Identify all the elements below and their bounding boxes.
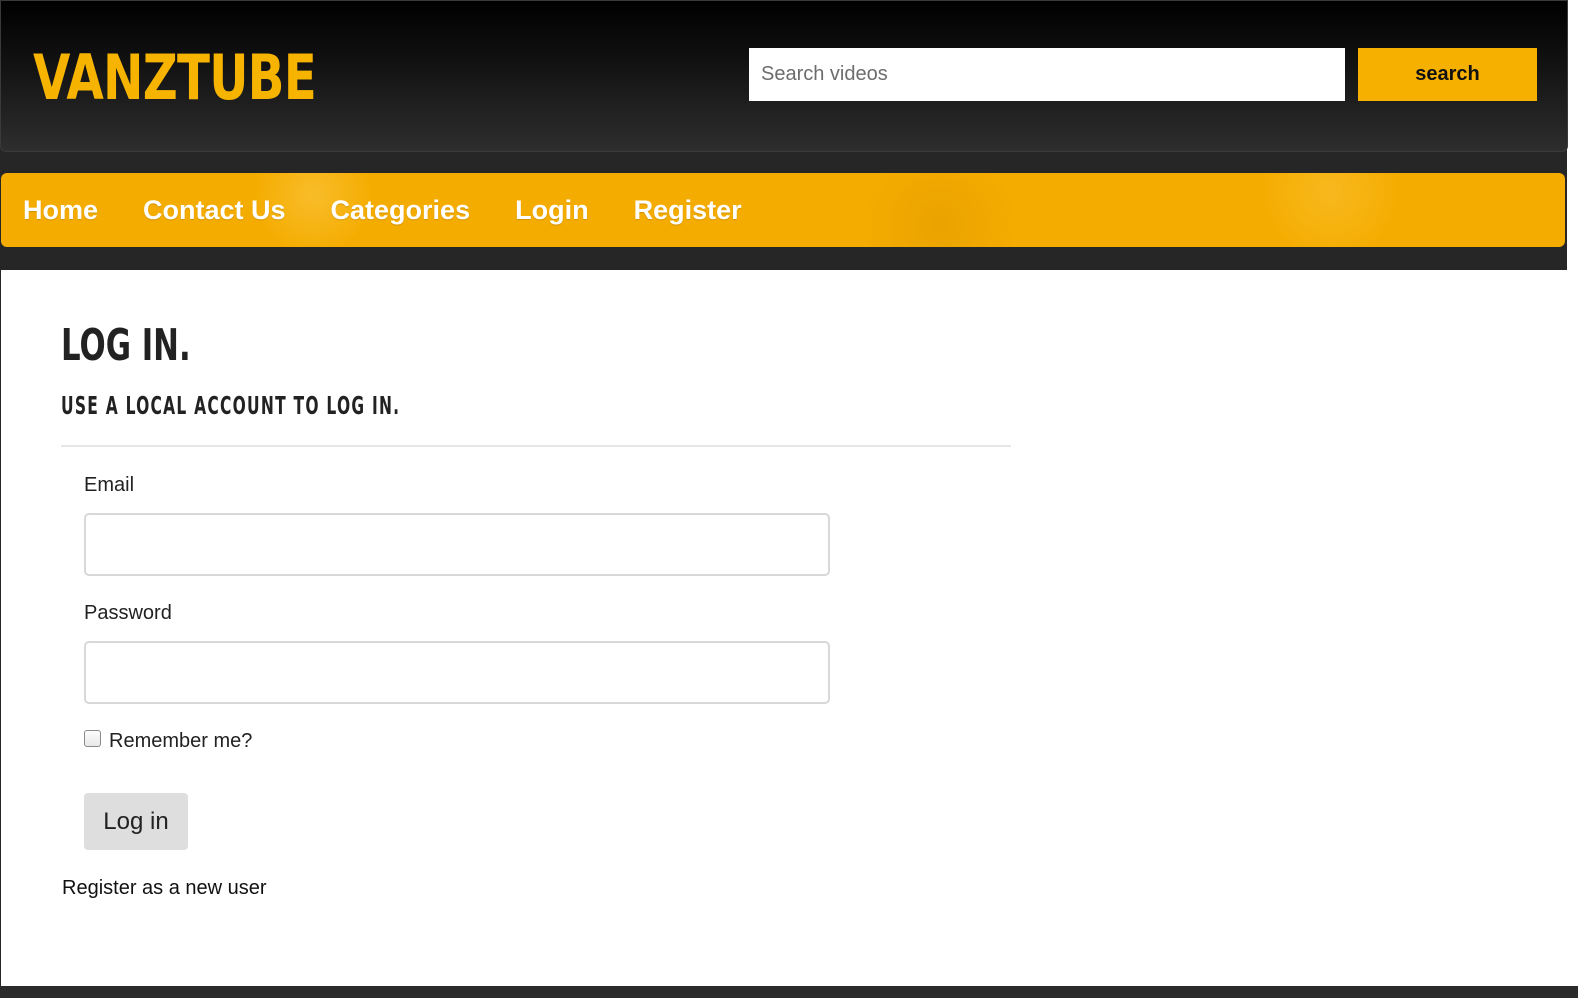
page-title: LOG IN. bbox=[61, 320, 191, 371]
email-field[interactable] bbox=[84, 513, 830, 576]
nav-item-contact-us[interactable]: Contact Us bbox=[143, 195, 286, 226]
search-button[interactable]: search bbox=[1358, 48, 1537, 101]
register-new-user-link[interactable]: Register as a new user bbox=[62, 877, 267, 900]
password-label: Password bbox=[84, 602, 172, 624]
nav-item-categories[interactable]: Categories bbox=[331, 195, 471, 226]
site-header: VANZTUBE search bbox=[0, 0, 1568, 152]
site-logo[interactable]: VANZTUBE bbox=[33, 41, 317, 115]
nav-item-home[interactable]: Home bbox=[23, 195, 98, 226]
login-panel: LOG IN. USE A LOCAL ACCOUNT TO LOG IN. E… bbox=[1, 270, 1567, 986]
window-edge bbox=[1567, 0, 1578, 998]
page: VANZTUBE search Home Contact Us Categori… bbox=[0, 0, 1578, 998]
remember-me-label[interactable]: Remember me? bbox=[109, 730, 252, 753]
password-field[interactable] bbox=[84, 641, 830, 704]
nav-item-login[interactable]: Login bbox=[515, 195, 588, 226]
page-subtitle: USE A LOCAL ACCOUNT TO LOG IN. bbox=[61, 391, 401, 420]
nav-item-register[interactable]: Register bbox=[634, 195, 742, 226]
footer-bar bbox=[0, 986, 1578, 998]
main-nav: Home Contact Us Categories Login Registe… bbox=[1, 173, 1565, 247]
email-label: Email bbox=[84, 474, 135, 496]
search-input[interactable] bbox=[749, 48, 1345, 101]
divider bbox=[61, 445, 1011, 447]
remember-me-checkbox[interactable] bbox=[84, 730, 101, 747]
log-in-button[interactable]: Log in bbox=[84, 793, 188, 850]
